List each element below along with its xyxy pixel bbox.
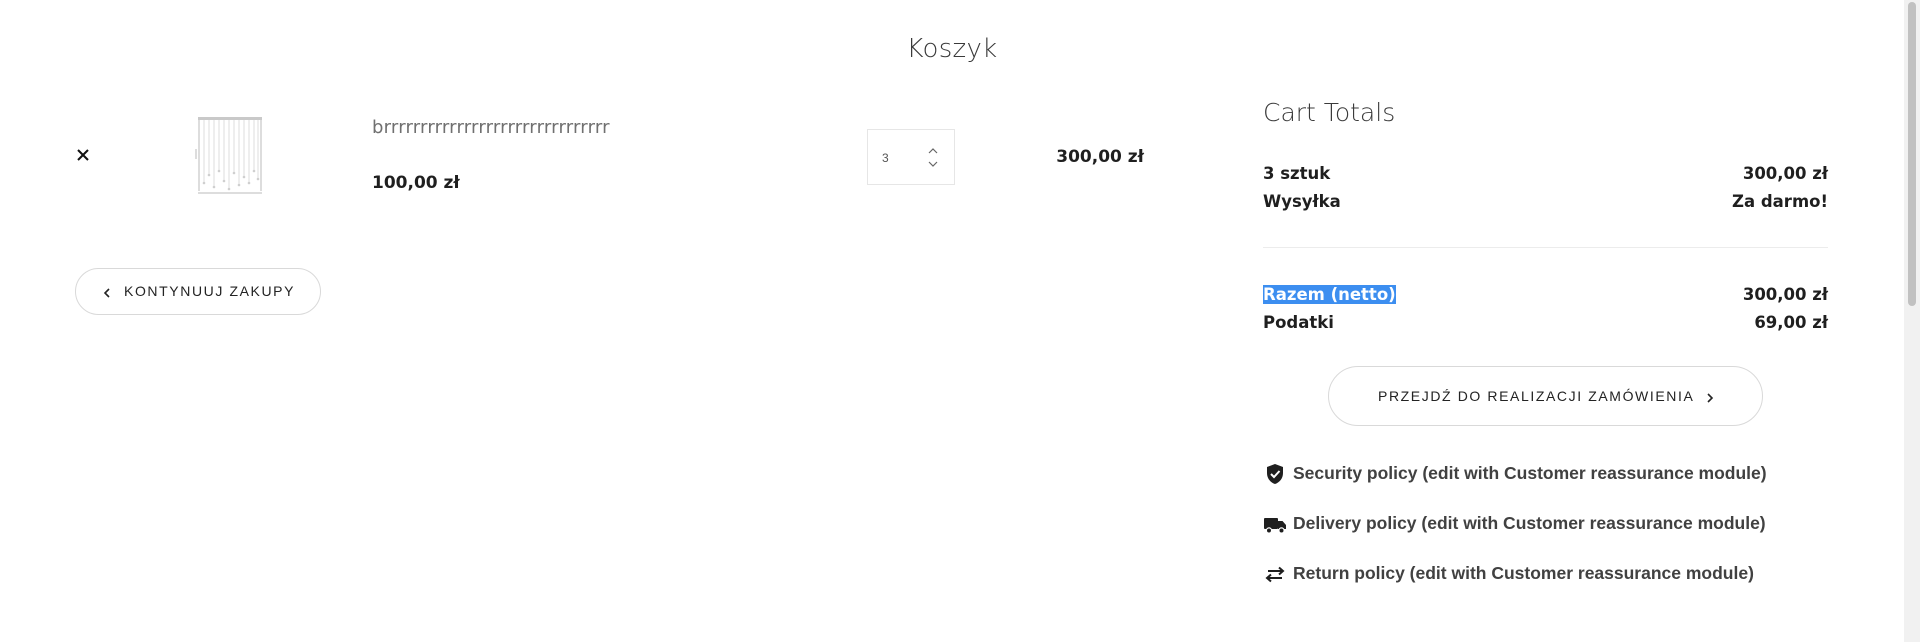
chevron-left-icon: [102, 286, 112, 298]
net-total-label: Razem (netto): [1263, 285, 1396, 304]
remove-item-close-icon[interactable]: [74, 146, 92, 164]
page-title: Koszyk: [906, 34, 998, 64]
chevron-right-icon: [1705, 391, 1715, 403]
scrollbar-thumb[interactable]: [1908, 2, 1916, 306]
page-scrollbar[interactable]: [1904, 0, 1920, 642]
items-count-label: 3 sztuk: [1263, 164, 1331, 183]
quantity-stepper: [867, 129, 955, 185]
continue-shopping-label: KONTYNUUJ ZAKUPY: [124, 283, 296, 299]
continue-shopping-button[interactable]: KONTYNUUJ ZAKUPY: [75, 268, 321, 315]
tax-value: 69,00 zł: [1754, 313, 1828, 332]
net-total-label-text: Razem (netto): [1263, 285, 1396, 304]
reassurance-text: Delivery policy (edit with Customer reas…: [1293, 513, 1766, 533]
shield-check-icon: [1263, 462, 1287, 486]
product-unit-price: 100,00 zł: [372, 173, 460, 193]
product-name-link[interactable]: brrrrrrrrrrrrrrrrrrrrrrrrrrrrrrr: [372, 117, 610, 138]
line-total-price: 300,00 zł: [1056, 147, 1144, 167]
swap-arrows-icon: [1263, 562, 1287, 586]
totals-divider: [1263, 247, 1828, 248]
reassurance-text: Security policy (edit with Customer reas…: [1293, 463, 1767, 483]
checkout-button-label: PRZEJDŹ DO REALIZACJI ZAMÓWIENIA: [1378, 388, 1695, 404]
tax-label: Podatki: [1263, 313, 1334, 332]
product-image[interactable]: [188, 113, 272, 197]
net-total-value: 300,00 zł: [1742, 285, 1828, 304]
truck-icon: [1263, 512, 1287, 536]
proceed-to-checkout-button[interactable]: PRZEJDŹ DO REALIZACJI ZAMÓWIENIA: [1328, 366, 1763, 426]
chevron-down-icon[interactable]: [922, 157, 944, 171]
cart-totals-title: Cart Totals: [1263, 98, 1396, 127]
reassurance-text: Return policy (edit with Customer reassu…: [1293, 563, 1754, 583]
chevron-up-icon[interactable]: [922, 144, 944, 158]
quantity-input[interactable]: [882, 149, 922, 167]
shipping-label: Wysyłka: [1263, 192, 1341, 211]
shipping-value: Za darmo!: [1732, 192, 1828, 211]
items-subtotal-value: 300,00 zł: [1742, 164, 1828, 183]
